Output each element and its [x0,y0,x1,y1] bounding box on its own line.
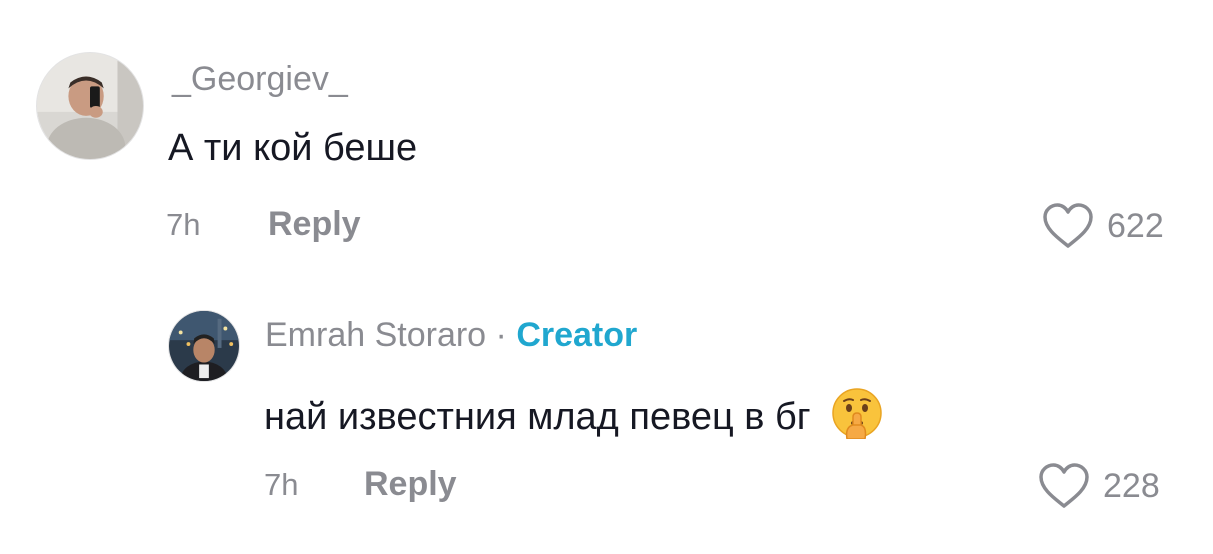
profile-photo-icon [169,311,239,381]
reply-item: Emrah Storaro · Creator най известния мл… [0,290,1213,540]
profile-photo-icon [37,53,143,159]
reply-button[interactable]: Reply [364,465,457,504]
shushing-face-emoji-icon [831,388,882,439]
like-button[interactable]: 228 [1037,462,1160,510]
comment-text: А ти кой беше [168,127,418,169]
reply-button[interactable]: Reply [268,205,361,244]
heart-icon [1039,463,1089,508]
like-count: 622 [1107,206,1164,245]
comment-item: _Georgiev_ А ти кой беше 7h Reply 622 [0,0,1213,280]
reply-text: най известния млад певец в бг [264,396,811,438]
reply-timestamp: 7h [264,467,299,502]
like-count: 228 [1103,466,1160,505]
reply-username-line: Emrah Storaro · Creator [265,316,637,355]
creator-avatar[interactable] [168,310,240,382]
comment-timestamp: 7h [166,207,201,242]
heart-icon [1043,203,1093,248]
comment-username[interactable]: _Georgiev_ [172,60,348,99]
like-button[interactable]: 622 [1041,202,1164,250]
commenter-avatar[interactable] [36,52,144,160]
separator-dot: · [495,316,507,354]
reply-text-line: най известния млад певец в бг [264,387,883,439]
creator-badge: Creator [516,316,638,354]
reply-username[interactable]: Emrah Storaro [265,316,486,354]
